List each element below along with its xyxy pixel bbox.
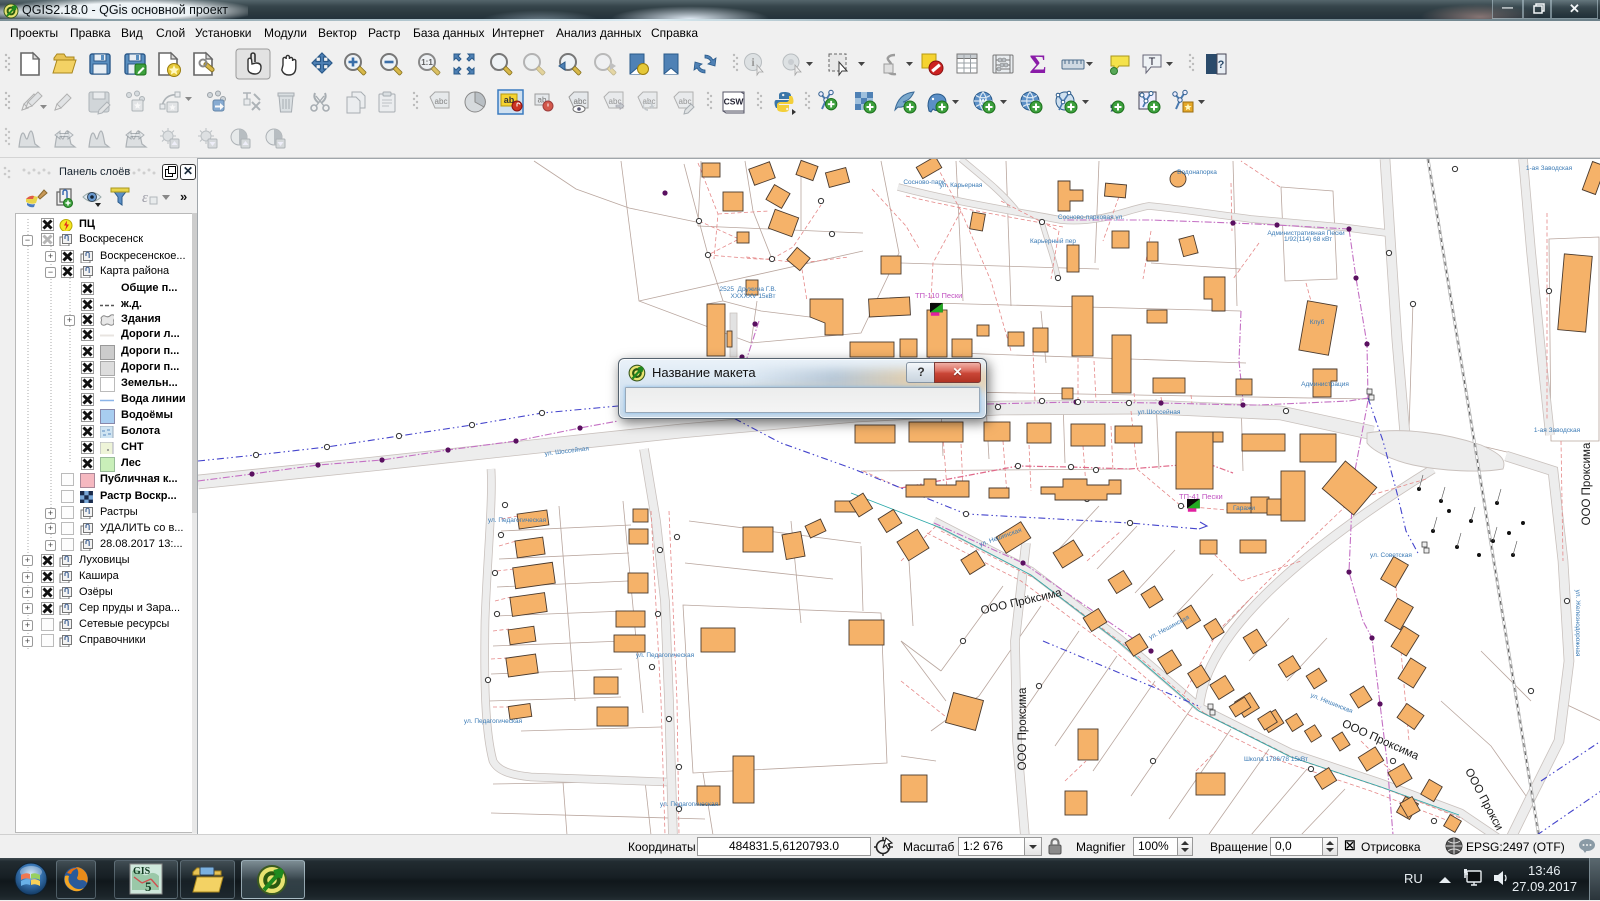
svg-text:Карьерный пер: Карьерный пер: [1030, 237, 1076, 245]
svg-text:ул. Нешинская: ул. Нешинская: [1148, 614, 1191, 641]
svg-text:ул. Педагогическая: ул. Педагогическая: [636, 652, 695, 659]
svg-text:Администрация: Администрация: [1301, 381, 1349, 388]
svg-text:Σ: Σ: [1030, 50, 1047, 79]
svg-text:»: »: [180, 189, 187, 204]
svg-text:Водонапорка: Водонапорка: [1177, 169, 1217, 176]
svg-text:Школа 1786/78 15кВт: Школа 1786/78 15кВт: [1244, 756, 1308, 763]
svg-text:ул. Железнодорожная: ул. Железнодорожная: [1574, 590, 1581, 657]
svg-text:GIS: GIS: [133, 866, 151, 877]
svg-text:ул. Педагогическая: ул. Педагогическая: [464, 718, 523, 725]
svg-text:ул. Педагогическая: ул. Педагогическая: [488, 517, 547, 524]
svg-text:ООО Проксима: ООО Проксима: [1017, 687, 1029, 770]
svg-text:ул.Шоссейная: ул.Шоссейная: [1138, 408, 1181, 416]
svg-text:Сосново-парковая ул.: Сосново-парковая ул.: [1058, 214, 1124, 221]
svg-text:ул. Педагогическая: ул. Педагогическая: [660, 801, 719, 808]
svg-text:?: ?: [1218, 59, 1225, 71]
svg-text:2525 Дружина Г.В.: 2525 Дружина Г.В.: [719, 286, 776, 293]
svg-text:1:1: 1:1: [421, 58, 433, 67]
svg-text:ООО Проксима: ООО Проксима: [1581, 442, 1593, 525]
svg-text:ТП-41 Пески: ТП-41 Пески: [1179, 492, 1223, 501]
svg-text:ул. Карьерная: ул. Карьерная: [940, 182, 983, 189]
svg-text:Гаражи: Гаражи: [1233, 505, 1255, 512]
svg-text:CSW: CSW: [724, 97, 745, 107]
svg-text:XXXXXV 15кВт: XXXXXV 15кВт: [731, 293, 776, 300]
svg-text:1/92(114) 68 кВт: 1/92(114) 68 кВт: [1284, 236, 1332, 243]
svg-text:ε: ε: [142, 190, 148, 206]
svg-text:1-ая Заводская: 1-ая Заводская: [1534, 427, 1581, 434]
svg-text:ТП-110 Пески: ТП-110 Пески: [915, 291, 962, 300]
svg-text:T: T: [1149, 56, 1156, 68]
svg-text:Клуб: Клуб: [1310, 318, 1325, 326]
svg-text:5: 5: [145, 879, 152, 894]
svg-text:ул. Нешинская: ул. Нешинская: [1310, 692, 1354, 715]
svg-text:ул. Советская: ул. Советская: [1370, 552, 1412, 559]
svg-text:1-ая Заводская: 1-ая Заводская: [1526, 165, 1573, 172]
